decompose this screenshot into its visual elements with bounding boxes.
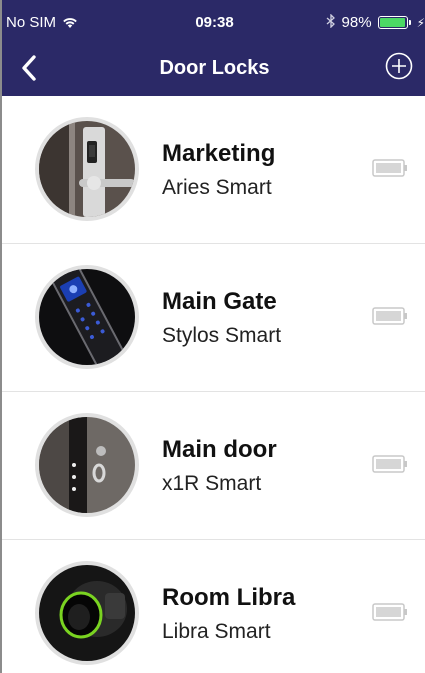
lock-model: Aries Smart (162, 176, 272, 199)
lock-row-room-libra[interactable]: Room Libra Libra Smart (2, 540, 425, 673)
lock-name: Marketing (162, 140, 276, 167)
lock-model: x1R Smart (162, 472, 262, 495)
lock-row-main-gate[interactable]: Main Gate Stylos Smart (2, 244, 425, 392)
lock-row-marketing[interactable]: Marketing Aries Smart (2, 96, 425, 244)
nav-bar: Door Locks (2, 40, 425, 96)
lock-avatar (35, 413, 139, 517)
lock-name: Main Gate (162, 288, 277, 315)
deadbolt-lock-image (39, 417, 135, 513)
lock-avatar (35, 265, 139, 369)
lock-name: Main door (162, 436, 277, 463)
lock-list: Marketing Aries Smart Main Gate Stylos S… (2, 96, 425, 673)
status-battery-icon (377, 16, 411, 29)
lock-avatar (35, 117, 139, 221)
lock-row-main-door[interactable]: Main door x1R Smart (2, 392, 425, 540)
bluetooth-icon (326, 13, 336, 31)
battery-icon (372, 307, 407, 325)
app-screen: No SIM 09:38 98% ⚡ Door Locks Marketing … (0, 0, 425, 673)
battery-icon (372, 603, 407, 621)
status-bar: No SIM 09:38 98% ⚡ (2, 0, 425, 36)
door-handle-lock-image (39, 121, 135, 217)
lock-avatar (35, 561, 139, 665)
keypad-lock-image (39, 269, 135, 365)
lock-model: Stylos Smart (162, 324, 282, 347)
add-lock-button[interactable] (385, 52, 413, 80)
lock-name: Room Libra (162, 584, 296, 611)
battery-icon (372, 159, 407, 177)
battery-icon (372, 455, 407, 473)
page-title: Door Locks (159, 57, 270, 79)
battery-percent: 98% (341, 14, 372, 31)
header: No SIM 09:38 98% ⚡ Door Locks (2, 0, 425, 96)
charging-icon: ⚡ (416, 15, 425, 30)
lock-model: Libra Smart (162, 620, 271, 643)
status-right: 98% ⚡ (326, 13, 425, 31)
plus-circle-icon (385, 52, 413, 80)
cylinder-lock-image (39, 565, 135, 661)
